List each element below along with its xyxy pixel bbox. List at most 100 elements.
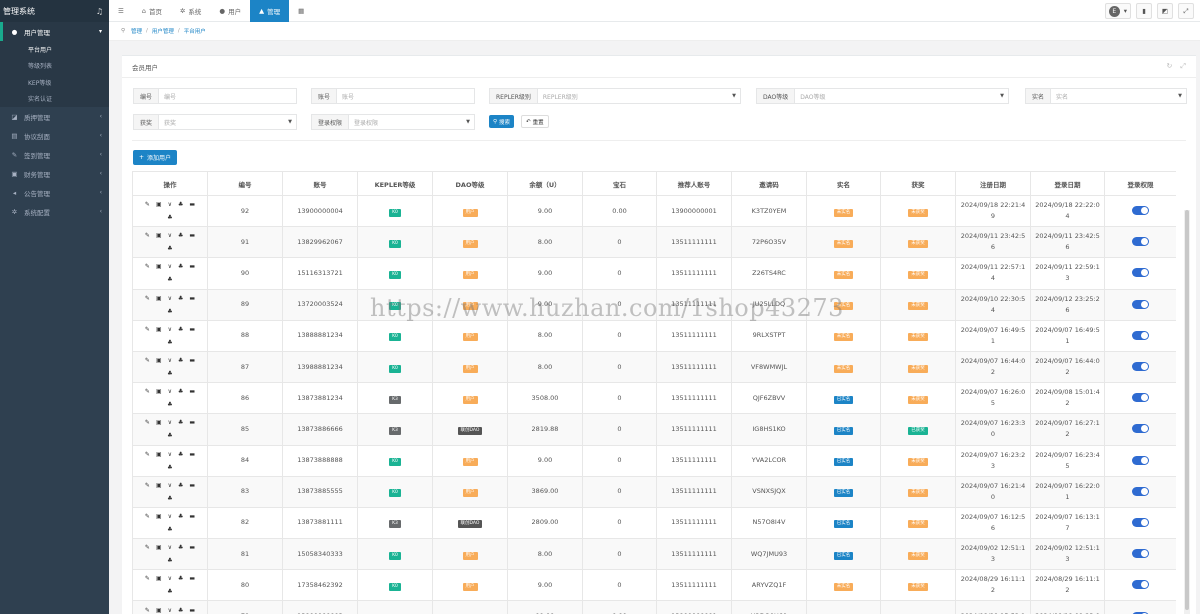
realname-select[interactable]: 实名 ▼	[1051, 89, 1186, 103]
tab-manage[interactable]: ▲ 管理	[250, 0, 290, 22]
sidebar-subitem[interactable]: 实名认证	[0, 91, 109, 108]
column-header[interactable]: 注册日期	[955, 171, 1031, 196]
sitemap-icon[interactable]: ♣	[178, 480, 183, 491]
tab-system[interactable]: ✲ 系统	[171, 0, 210, 22]
card-icon[interactable]: ▬	[189, 605, 195, 614]
refresh-icon[interactable]: ↻	[1167, 62, 1173, 71]
login-toggle[interactable]	[1132, 486, 1149, 496]
tree-icon[interactable]: ♣	[167, 243, 172, 254]
sidebar-item[interactable]: ▣ 财务管理 ‹	[0, 164, 109, 183]
login-toggle[interactable]	[1132, 268, 1149, 278]
calendar-icon[interactable]: ▣	[156, 449, 162, 460]
tree-icon[interactable]: ♣	[167, 212, 172, 223]
scrollbar-thumb[interactable]	[1185, 210, 1189, 610]
login-toggle[interactable]	[1132, 362, 1149, 372]
calendar-icon[interactable]: ▣	[156, 324, 162, 335]
login-toggle[interactable]	[1132, 455, 1149, 465]
calendar-icon[interactable]: ▣	[156, 542, 162, 553]
edit-icon[interactable]: ✎	[145, 542, 150, 553]
card-icon[interactable]: ▬	[189, 449, 195, 460]
calendar-icon[interactable]: ▣	[156, 417, 162, 428]
login-toggle[interactable]	[1132, 330, 1149, 340]
edit-icon[interactable]: ✎	[145, 324, 150, 335]
trash-icon[interactable]: ▮	[1136, 3, 1152, 19]
dao-select[interactable]: DAO等级 ▼	[795, 89, 1008, 103]
tree-icon[interactable]: ♣	[167, 368, 172, 379]
edit-icon[interactable]: ✎	[145, 230, 150, 241]
edit-icon[interactable]: ✎	[145, 199, 150, 210]
add-user-button[interactable]: + 添加用户	[133, 150, 178, 165]
card-icon[interactable]: ▬	[189, 261, 195, 272]
vertical-scrollbar[interactable]	[1184, 210, 1190, 614]
sitemap-icon[interactable]: ♣	[178, 293, 183, 304]
sitemap-icon[interactable]: ♣	[178, 199, 183, 210]
card-icon[interactable]: ▬	[189, 199, 195, 210]
reset-button[interactable]: ↶ 重置	[521, 115, 549, 128]
login-toggle[interactable]	[1132, 549, 1149, 559]
card-icon[interactable]: ▬	[189, 480, 195, 491]
sidebar-item[interactable]: ◪ 质押管理 ‹	[0, 107, 109, 126]
level-icon[interactable]: ∨	[168, 355, 172, 366]
calendar-icon[interactable]: ▣	[156, 199, 162, 210]
tab-home[interactable]: ⌂ 首页	[133, 0, 171, 22]
column-header[interactable]: 编号	[207, 171, 283, 196]
card-icon[interactable]: ▬	[189, 230, 195, 241]
breadcrumb-item[interactable]: 用户管理	[152, 27, 174, 35]
card-icon[interactable]: ▬	[189, 324, 195, 335]
card-icon[interactable]: ▬	[189, 511, 195, 522]
theme-icon[interactable]: ◩	[1157, 3, 1173, 19]
tree-icon[interactable]: ♣	[167, 430, 172, 441]
tree-icon[interactable]: ♣	[167, 493, 172, 504]
login-toggle[interactable]	[1132, 393, 1149, 403]
column-header[interactable]: 余额（U）	[507, 171, 583, 196]
card-icon[interactable]: ▬	[189, 355, 195, 366]
tab-user[interactable]: ● 用户	[210, 0, 250, 22]
sitemap-icon[interactable]: ♣	[178, 417, 183, 428]
sidebar-item[interactable]: ◂ 公告管理 ‹	[0, 183, 109, 202]
sitemap-icon[interactable]: ♣	[178, 542, 183, 553]
level-icon[interactable]: ∨	[168, 230, 172, 241]
column-header[interactable]: 宝石	[582, 171, 657, 196]
column-header[interactable]: 操作	[132, 171, 208, 196]
search-button[interactable]: ⚲ 搜索	[489, 115, 515, 128]
edit-icon[interactable]: ✎	[145, 261, 150, 272]
sidebar-item[interactable]: ✲ 系统配置 ‹	[0, 202, 109, 221]
column-header[interactable]: 登录日期	[1030, 171, 1105, 196]
sidebar-item[interactable]: ✎ 签到管理 ‹	[0, 145, 109, 164]
edit-icon[interactable]: ✎	[145, 605, 150, 614]
calendar-icon[interactable]: ▣	[156, 230, 162, 241]
sitemap-icon[interactable]: ♣	[178, 449, 183, 460]
calendar-icon[interactable]: ▣	[156, 573, 162, 584]
calendar-icon[interactable]: ▣	[156, 293, 162, 304]
column-header[interactable]: KEPLER等级	[357, 171, 433, 196]
fullscreen-icon[interactable]: ⤢	[1178, 3, 1194, 19]
level-icon[interactable]: ∨	[168, 605, 172, 614]
card-icon[interactable]: ▬	[189, 386, 195, 397]
level-icon[interactable]: ∨	[168, 261, 172, 272]
edit-icon[interactable]: ✎	[145, 293, 150, 304]
edit-icon[interactable]: ✎	[145, 355, 150, 366]
sitemap-icon[interactable]: ♣	[178, 511, 183, 522]
tree-icon[interactable]: ♣	[167, 586, 172, 597]
edit-icon[interactable]: ✎	[145, 511, 150, 522]
sidebar-item[interactable]: ▤ 协议刮面 ‹	[0, 126, 109, 145]
sidebar-subitem[interactable]: KEP等级	[0, 74, 109, 91]
login-select[interactable]: 登录权限 ▼	[349, 115, 474, 129]
edit-icon[interactable]: ✎	[145, 573, 150, 584]
level-icon[interactable]: ∨	[168, 511, 172, 522]
tree-icon[interactable]: ♣	[167, 555, 172, 566]
sitemap-icon[interactable]: ♣	[178, 605, 183, 614]
column-header[interactable]: 实名	[806, 171, 881, 196]
level-icon[interactable]: ∨	[168, 542, 172, 553]
grid-icon[interactable]: ▦	[289, 0, 313, 22]
login-toggle[interactable]	[1132, 424, 1149, 434]
calendar-icon[interactable]: ▣	[156, 605, 162, 614]
user-dropdown[interactable]: E ▾	[1104, 3, 1131, 19]
sitemap-icon[interactable]: ♣	[178, 573, 183, 584]
sitemap-icon[interactable]: ♣	[178, 261, 183, 272]
edit-icon[interactable]: ✎	[145, 386, 150, 397]
card-icon[interactable]: ▬	[189, 293, 195, 304]
login-toggle[interactable]	[1132, 299, 1149, 309]
breadcrumb-item[interactable]: 管理	[131, 27, 142, 35]
card-icon[interactable]: ▬	[189, 417, 195, 428]
